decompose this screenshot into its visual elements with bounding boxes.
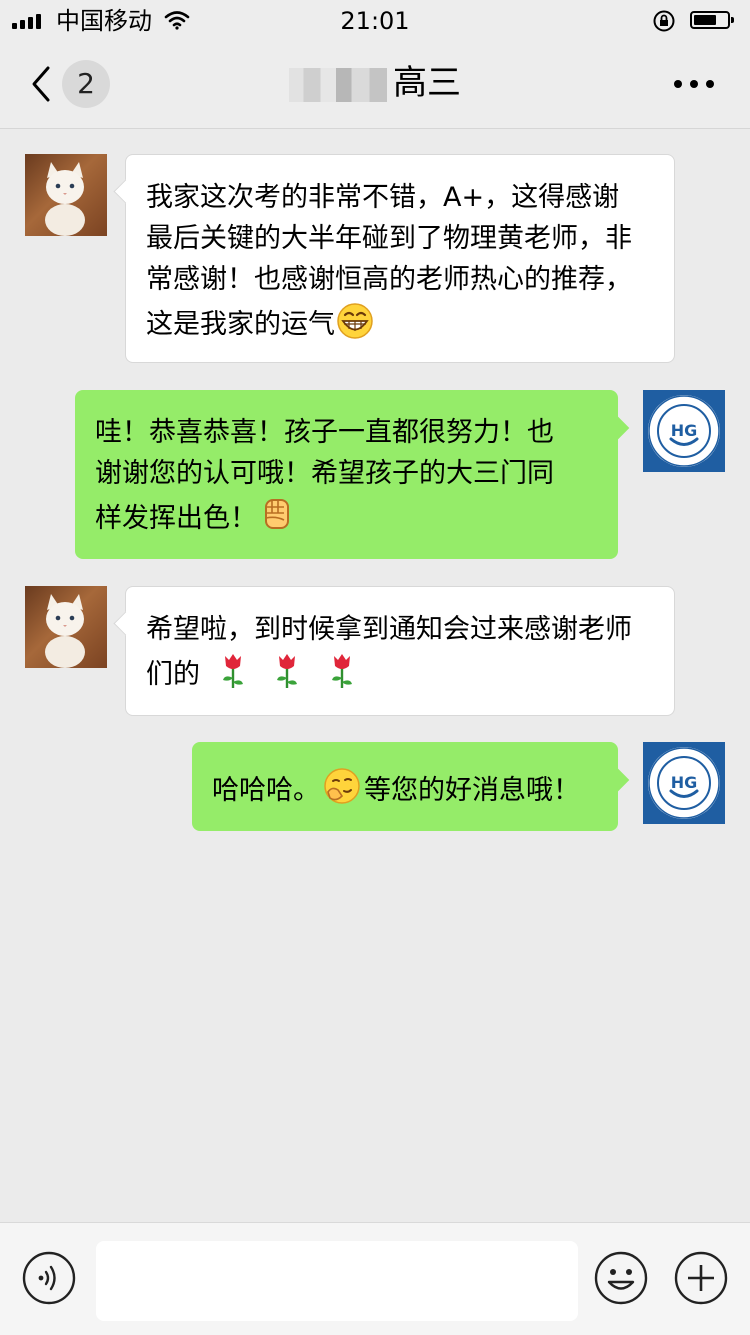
chat-title-text: 高三 bbox=[393, 63, 461, 103]
message-line: 常感谢！也感谢恒高的老师热心的推荐， bbox=[146, 264, 632, 295]
message-line: 我家这次考的非常不错，A+，这得感谢 bbox=[146, 182, 620, 213]
hg-logo-avatar[interactable]: HG bbox=[643, 390, 725, 472]
plus-icon[interactable] bbox=[674, 1251, 728, 1305]
kitten-avatar[interactable] bbox=[25, 154, 107, 236]
rose-emoji-group bbox=[200, 654, 362, 690]
chat-header: 2 高三 bbox=[0, 42, 750, 129]
more-icon[interactable] bbox=[674, 80, 714, 88]
message-line: 们的 bbox=[146, 650, 654, 695]
message-bubble-incoming[interactable]: 希望啦，到时候拿到通知会过来感谢老师 们的 bbox=[125, 586, 675, 716]
message-line-text: 样发挥出色！ bbox=[95, 503, 257, 534]
message-input[interactable] bbox=[96, 1241, 578, 1321]
kitten-avatar[interactable] bbox=[25, 586, 107, 668]
logo-letters: HG bbox=[671, 773, 698, 792]
message-line: 样发挥出色！ bbox=[95, 494, 598, 539]
message-line: 哈哈哈。 等您的好消息哦！ bbox=[212, 766, 598, 811]
message-bubble-incoming[interactable]: 我家这次考的非常不错，A+，这得感谢 最后关键的大半年碰到了物理黄老师，非 常感… bbox=[125, 154, 675, 363]
message-line: 希望啦，到时候拿到通知会过来感谢老师 bbox=[146, 614, 632, 645]
rose-emoji bbox=[331, 654, 352, 688]
message-line: 这是我家的运气 bbox=[146, 300, 654, 345]
status-time: 21:01 bbox=[340, 7, 410, 35]
chat-input-bar bbox=[0, 1222, 750, 1335]
smirk-emoji bbox=[324, 768, 360, 804]
message-line-text: 这是我家的运气 bbox=[146, 309, 335, 340]
message-line: 哇！恭喜恭喜！孩子一直都很努力！也 bbox=[95, 417, 554, 448]
message-bubble-outgoing[interactable]: 哇！恭喜恭喜！孩子一直都很努力！也 谢谢您的认可哦！希望孩子的大三门同 样发挥出… bbox=[75, 390, 618, 559]
hg-logo-avatar[interactable]: HG bbox=[643, 742, 725, 824]
blurred-contact-name bbox=[289, 67, 387, 102]
message-line: 最后关键的大半年碰到了物理黄老师，非 bbox=[146, 223, 632, 254]
emoji-icon[interactable] bbox=[594, 1251, 648, 1305]
rose-emoji bbox=[222, 654, 243, 688]
message-bubble-outgoing[interactable]: 哈哈哈。 等您的好消息哦！ bbox=[192, 742, 618, 831]
rose-emoji bbox=[277, 654, 298, 688]
orientation-lock-icon bbox=[653, 10, 675, 32]
message-line-text: 们的 bbox=[146, 659, 200, 690]
message-line: 谢谢您的认可哦！希望孩子的大三门同 bbox=[95, 458, 554, 489]
message-line-text: 哈哈哈。 bbox=[212, 775, 320, 806]
fist-emoji bbox=[265, 499, 289, 529]
grin-emoji bbox=[337, 303, 373, 339]
message-line-text: 等您的好消息哦！ bbox=[364, 775, 580, 806]
battery-icon bbox=[690, 11, 734, 29]
chat-title: 高三 bbox=[0, 62, 750, 104]
status-bar: 中国移动 21:01 bbox=[0, 0, 750, 42]
logo-letters: HG bbox=[671, 421, 698, 440]
voice-icon[interactable] bbox=[22, 1251, 76, 1305]
